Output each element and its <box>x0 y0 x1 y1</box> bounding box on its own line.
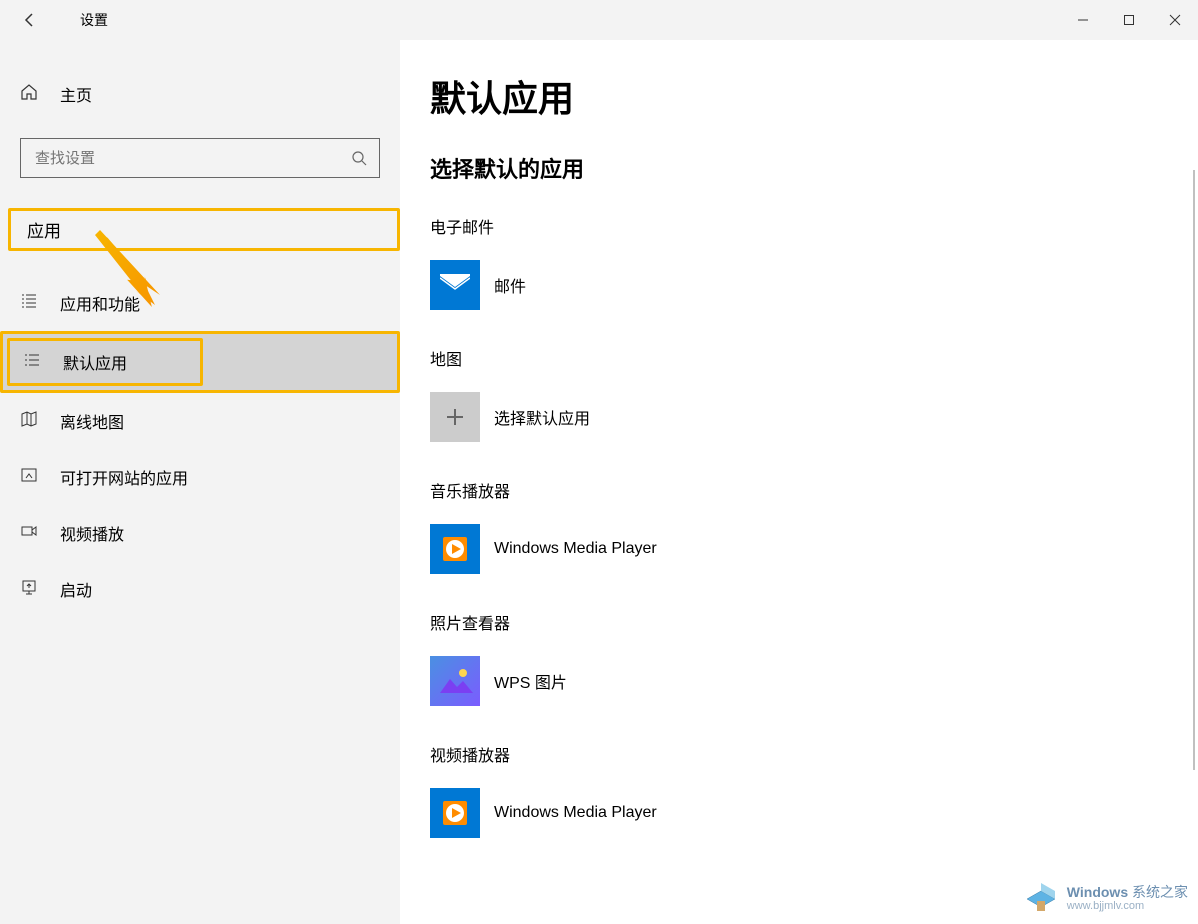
windows-logo-icon <box>1023 879 1059 918</box>
window-title: 设置 <box>80 10 108 30</box>
maximize-icon <box>1123 14 1135 26</box>
app-name: 选择默认应用 <box>494 405 590 429</box>
video-icon <box>20 522 40 545</box>
titlebar: 设置 <box>0 0 1198 40</box>
category-music: 音乐播放器 <box>430 478 1198 502</box>
back-button[interactable] <box>10 0 50 40</box>
nav-item-startup[interactable]: 启动 <box>0 561 400 617</box>
section-header: 选择默认的应用 <box>430 152 1198 184</box>
list-icon <box>20 292 40 315</box>
search-input[interactable] <box>21 150 339 167</box>
plus-icon <box>430 392 480 442</box>
main-content: 默认应用 选择默认的应用 电子邮件 邮件 地图 选择默认应用 音乐播放器 Win… <box>400 40 1198 924</box>
nav-label: 视频播放 <box>60 521 124 545</box>
category-video: 视频播放器 <box>430 742 1198 766</box>
category-maps: 地图 <box>430 346 1198 370</box>
category-email: 电子邮件 <box>430 214 1198 238</box>
wmp-icon <box>430 524 480 574</box>
nav-item-apps-features[interactable]: 应用和功能 <box>0 275 400 331</box>
search-box[interactable] <box>20 138 380 178</box>
category-photos: 照片查看器 <box>430 610 1198 634</box>
app-choice-email[interactable]: 邮件 <box>430 254 930 316</box>
nav-item-website-apps[interactable]: 可打开网站的应用 <box>0 449 400 505</box>
app-name: Windows Media Player <box>494 804 657 822</box>
watermark-url: www.bjjmlv.com <box>1067 900 1188 913</box>
watermark: Windows 系统之家 www.bjjmlv.com <box>1023 879 1188 918</box>
wmp-icon <box>430 788 480 838</box>
nav-item-default-apps[interactable]: 默认应用 <box>0 331 400 393</box>
nav-label: 可打开网站的应用 <box>60 465 188 489</box>
nav-label: 离线地图 <box>60 409 124 433</box>
app-name: Windows Media Player <box>494 540 657 558</box>
minimize-icon <box>1077 14 1089 26</box>
watermark-suffix: 系统之家 <box>1132 884 1188 900</box>
nav-label: 启动 <box>60 577 92 601</box>
app-choice-video[interactable]: Windows Media Player <box>430 782 930 844</box>
home-link[interactable]: 主页 <box>0 70 400 118</box>
back-arrow-icon <box>22 12 38 28</box>
scrollbar[interactable] <box>1193 170 1195 770</box>
page-title: 默认应用 <box>430 70 1198 122</box>
website-icon <box>20 466 40 489</box>
window-controls <box>1060 0 1198 40</box>
sidebar: 主页 应用 应用和功能 默认应用 离线地图 <box>0 40 400 924</box>
nav-item-offline-maps[interactable]: 离线地图 <box>0 393 400 449</box>
maximize-button[interactable] <box>1106 0 1152 40</box>
home-label: 主页 <box>60 82 92 106</box>
nav-label: 应用和功能 <box>60 291 140 315</box>
close-button[interactable] <box>1152 0 1198 40</box>
watermark-brand: Windows <box>1067 884 1128 900</box>
home-icon <box>20 83 40 106</box>
search-icon <box>339 150 379 166</box>
startup-icon <box>20 578 40 601</box>
app-choice-photos[interactable]: WPS 图片 <box>430 650 930 712</box>
app-choice-music[interactable]: Windows Media Player <box>430 518 930 580</box>
defaults-icon <box>23 351 43 374</box>
nav-item-video-playback[interactable]: 视频播放 <box>0 505 400 561</box>
category-label: 应用 <box>8 208 400 251</box>
map-icon <box>20 410 40 433</box>
app-name: WPS 图片 <box>494 669 567 693</box>
close-icon <box>1169 14 1181 26</box>
nav-label: 默认应用 <box>63 350 127 374</box>
minimize-button[interactable] <box>1060 0 1106 40</box>
wps-photo-icon <box>430 656 480 706</box>
app-choice-maps[interactable]: 选择默认应用 <box>430 386 930 448</box>
mail-app-icon <box>430 260 480 310</box>
app-name: 邮件 <box>494 273 526 297</box>
